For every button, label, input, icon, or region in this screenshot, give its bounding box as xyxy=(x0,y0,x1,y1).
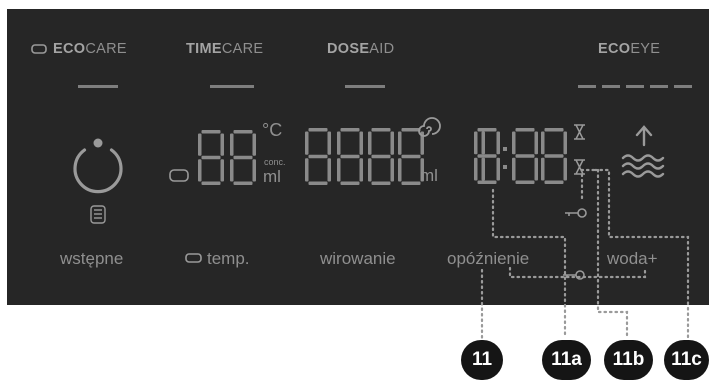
callout-11: 11 xyxy=(461,340,503,380)
spiral-icon xyxy=(418,117,441,137)
water-plus-icon xyxy=(621,125,665,178)
key-lock-icon xyxy=(565,208,587,218)
indicator-icons-and-leaders xyxy=(418,117,690,340)
prewash-label: wstępne xyxy=(60,249,124,268)
delay-label: opóźnienie xyxy=(447,249,530,268)
callout-11c: 11c xyxy=(664,340,709,380)
water-plus-label: woda+ xyxy=(607,249,658,268)
hourglass-icon xyxy=(574,159,585,175)
hourglass-icon xyxy=(574,124,585,140)
callout-11b: 11b xyxy=(604,340,653,380)
spin-label: wirowanie xyxy=(320,249,396,268)
temperature-label: temp. xyxy=(185,249,250,269)
rounded-rect-icon xyxy=(185,253,202,263)
callout-11a: 11a xyxy=(542,340,591,380)
